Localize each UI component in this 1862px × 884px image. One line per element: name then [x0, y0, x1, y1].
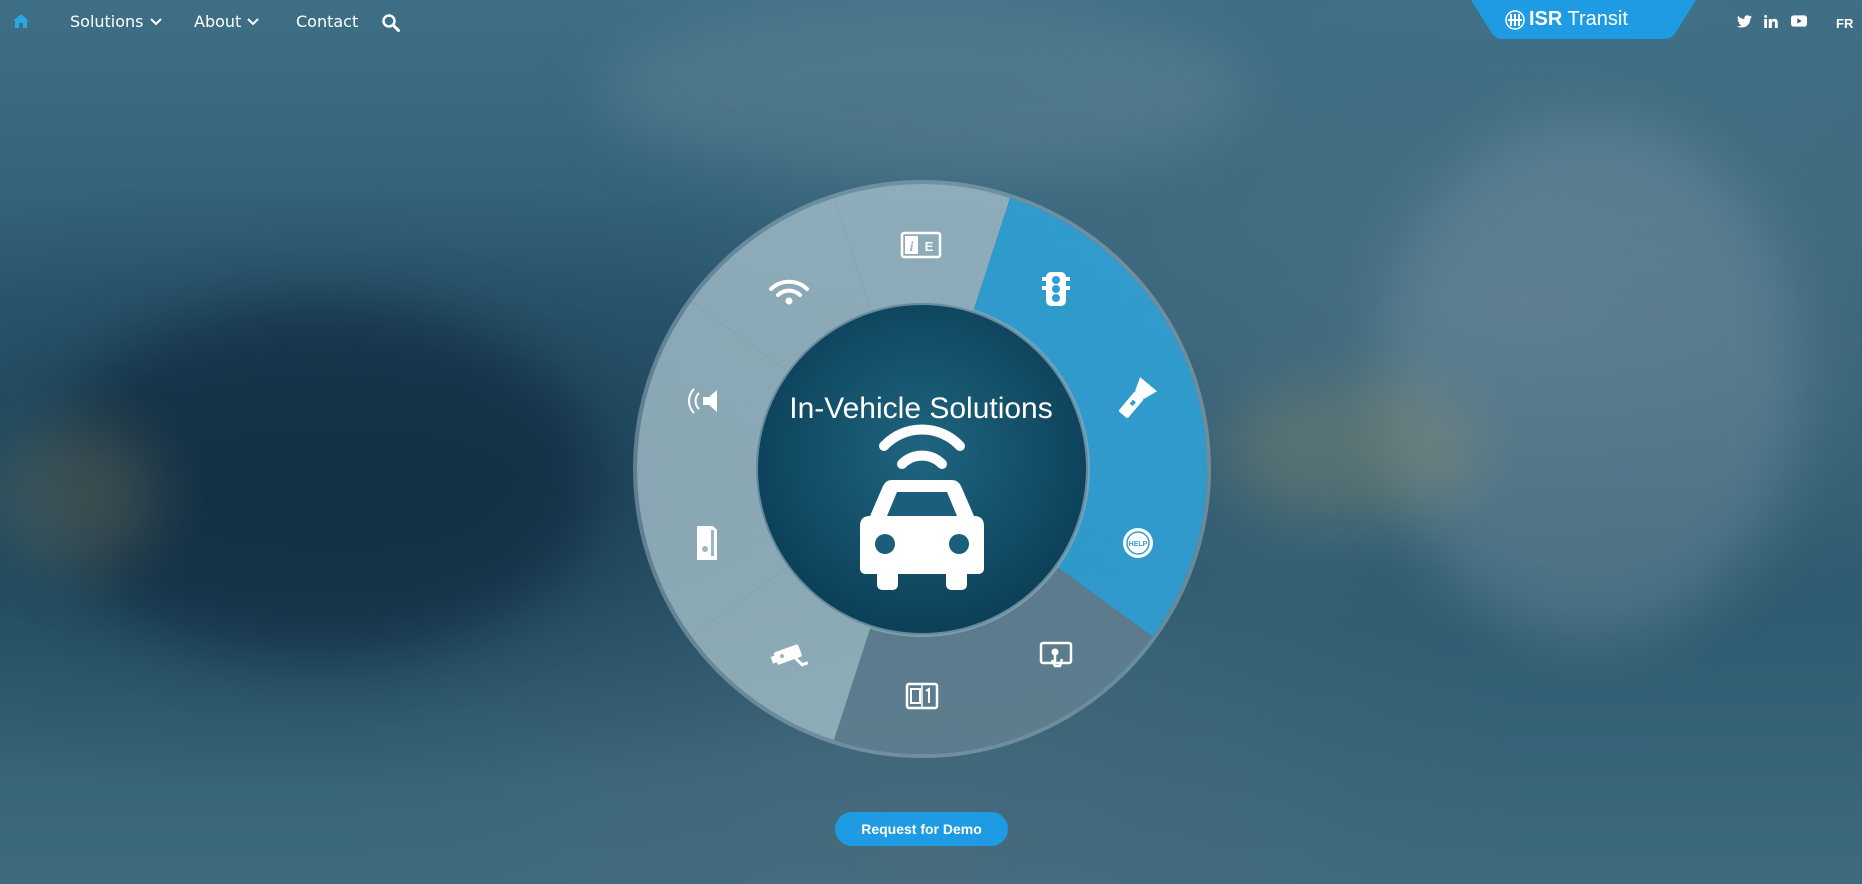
- nav-solutions-label: Solutions: [70, 12, 144, 31]
- brand-logo[interactable]: ISR Transit: [1471, 0, 1696, 40]
- isr-logo-icon: [1505, 10, 1525, 30]
- request-demo-button[interactable]: Request for Demo: [835, 812, 1008, 846]
- nav-solutions[interactable]: Solutions: [70, 12, 162, 31]
- linkedin-icon[interactable]: [1764, 15, 1778, 28]
- youtube-icon[interactable]: [1791, 15, 1807, 27]
- twitter-icon[interactable]: [1737, 15, 1752, 28]
- nav-about[interactable]: About: [194, 12, 260, 31]
- home-icon[interactable]: [13, 14, 29, 28]
- search-icon[interactable]: [382, 14, 400, 32]
- nav-about-label: About: [194, 12, 242, 31]
- chevron-down-icon: [247, 17, 260, 25]
- background-blur: [0, 420, 160, 570]
- nav-contact-label: Contact: [296, 12, 359, 31]
- brand-name-rest: Transit: [1562, 8, 1628, 30]
- solutions-wheel: [633, 180, 1211, 758]
- nav-contact[interactable]: Contact: [296, 12, 358, 31]
- background-blur: [1220, 380, 1480, 520]
- wheel-title: In-Vehicle Solutions: [789, 392, 1053, 425]
- wheel-center: [754, 301, 1090, 637]
- brand-name-bold: ISR: [1529, 8, 1563, 30]
- brand-name: ISR Transit: [1529, 8, 1628, 31]
- hero-section: Solutions About Contact ISR Transit FR I…: [0, 0, 1862, 884]
- language-toggle[interactable]: FR: [1836, 16, 1853, 31]
- background-blur: [1380, 120, 1800, 640]
- chevron-down-icon: [149, 17, 162, 25]
